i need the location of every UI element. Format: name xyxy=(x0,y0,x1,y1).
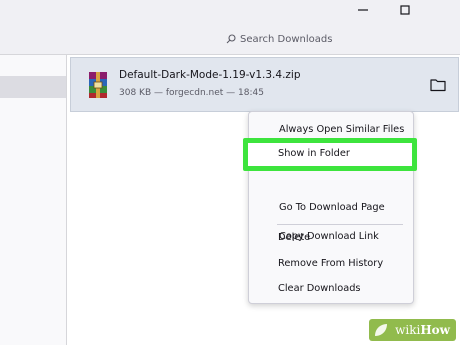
search-input[interactable]: Search Downloads xyxy=(240,34,332,45)
download-filename: Default-Dark-Mode-1.19-v1.3.4.zip xyxy=(119,69,301,81)
download-meta: 308 KB — forgecdn.net — 18:45 xyxy=(119,88,264,98)
menu-item-remove-from-history[interactable]: Remove From History xyxy=(278,257,383,271)
menu-item-clear-downloads[interactable]: Clear Downloads xyxy=(278,282,361,296)
menu-item-always-open-similar[interactable]: Always Open Similar Files xyxy=(279,123,404,137)
menu-item-delete[interactable]: Delete xyxy=(278,231,310,245)
sidebar-item-downloads[interactable] xyxy=(0,76,66,98)
watermark-how: How xyxy=(420,323,450,337)
search-box[interactable]: Search Downloads xyxy=(226,31,332,47)
menu-item-go-to-download-page[interactable]: Go To Download Page xyxy=(279,201,385,215)
minimize-button[interactable] xyxy=(350,0,376,22)
search-icon xyxy=(226,34,236,44)
sidebar xyxy=(0,55,67,345)
wikihow-leaf-icon xyxy=(375,324,388,336)
folder-icon xyxy=(430,79,446,92)
menu-separator xyxy=(277,224,403,225)
archive-icon xyxy=(89,72,107,98)
download-item[interactable]: Default-Dark-Mode-1.19-v1.3.4.zip 308 KB… xyxy=(70,57,459,112)
open-folder-button[interactable] xyxy=(427,74,449,96)
watermark-wiki: wiki xyxy=(395,323,421,337)
wikihow-watermark: wikiHow xyxy=(369,319,456,341)
menu-item-show-in-folder[interactable]: Show in Folder xyxy=(278,147,350,161)
maximize-button[interactable] xyxy=(392,0,418,22)
maximize-icon xyxy=(400,5,410,15)
minimize-icon xyxy=(358,9,368,11)
title-bar xyxy=(0,0,460,22)
